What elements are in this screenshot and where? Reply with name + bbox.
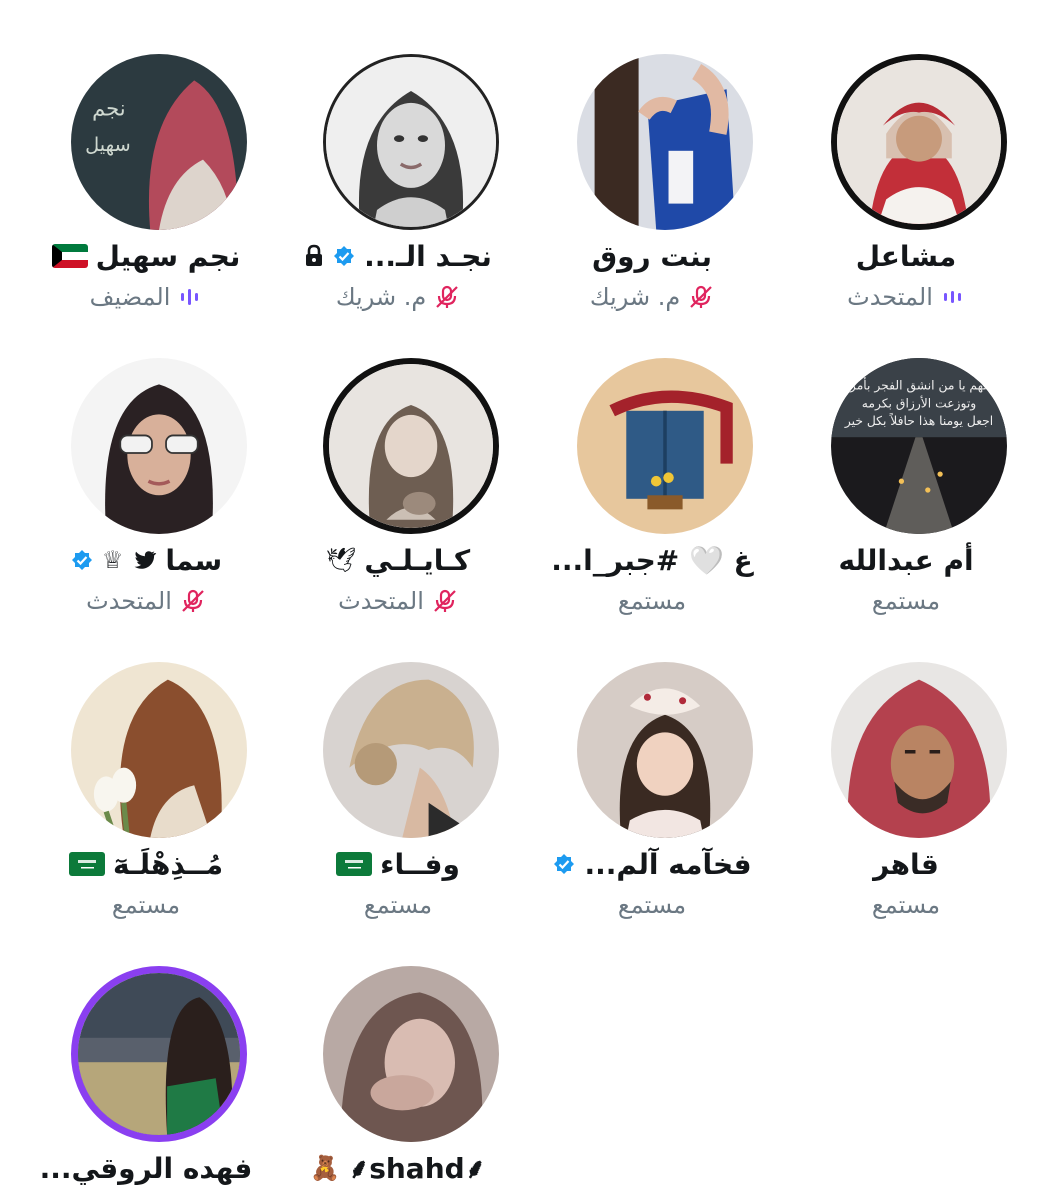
participant-name: كـايـلـي — [364, 543, 471, 577]
avatar[interactable] — [831, 662, 1007, 838]
participant-name-row: بنت روق — [526, 234, 778, 278]
participant-card[interactable]: وفــاء مستمع — [272, 608, 524, 919]
avatar[interactable] — [323, 966, 499, 1142]
participant-card[interactable]: مُــذِهْلَـهٓ مستمع — [20, 608, 272, 919]
participant-name: مُــذِهْلَـهٓ — [112, 847, 224, 881]
avatar[interactable] — [71, 662, 247, 838]
avatar[interactable] — [71, 358, 247, 534]
participant-name: بنت روق — [592, 239, 712, 273]
participant-role-row: مستمع — [780, 888, 1032, 922]
participant-name-row: نجم سهيل — [20, 234, 272, 278]
participant-card[interactable]: فخآمه آلم... مستمع — [526, 608, 778, 919]
participant-card[interactable]: سما ♕ المتحدث — [20, 304, 272, 615]
avatar[interactable] — [577, 54, 753, 230]
verified-badge-icon — [334, 246, 355, 266]
participant-card[interactable]: نجـد الـ... م. شريك — [272, 0, 524, 311]
participant-name: مشاعل — [855, 239, 957, 273]
participant-name-row: فخآمه آلم... — [526, 842, 778, 886]
participant-name: وفــاء — [380, 847, 460, 881]
participant-name-row: فهده الروقي... — [20, 1146, 272, 1190]
participant-name: غ 🤍 #جبر_ا... — [551, 543, 753, 577]
avatar[interactable] — [323, 662, 499, 838]
saudi-flag-icon — [68, 852, 105, 876]
teddy-bear-icon: 🧸 — [310, 1154, 341, 1182]
participant-name-row: قاهر — [780, 842, 1032, 886]
avatar[interactable]: نجم سهيل — [71, 54, 247, 230]
avatar[interactable] — [577, 662, 753, 838]
participant-name-row: نجـد الـ... — [272, 234, 524, 278]
avatar[interactable] — [323, 54, 499, 230]
avatar[interactable]: اللهم يا من انشق الفجر بأمره وتوزعت الأر… — [831, 358, 1007, 534]
avatar[interactable] — [71, 966, 247, 1142]
bird-icon — [134, 551, 157, 569]
avatar[interactable] — [323, 358, 499, 534]
participant-card[interactable]: غ 🤍 #جبر_ا... مستمع — [526, 304, 778, 615]
participant-card[interactable]: بنت روق م. شريك — [526, 0, 778, 311]
participant-name-row: سما ♕ — [20, 538, 272, 582]
participant-name-row: أم عبدالله — [780, 538, 1032, 582]
participant-name-row: مشاعل — [780, 234, 1032, 278]
participant-card[interactable]: نجم سهيل نجم سهيل المضيف — [20, 0, 272, 311]
participant-card[interactable]: اللهم يا من انشق الفجر بأمره وتوزعت الأر… — [780, 304, 1032, 615]
participant-name-row: كـايـلـي 🕊 — [272, 538, 524, 582]
participant-name: قاهر — [873, 847, 939, 881]
participant-role-row: مستمع — [526, 888, 778, 922]
participant-name-row: غ 🤍 #جبر_ا... — [526, 538, 778, 582]
svg-text:سهيل: سهيل — [85, 133, 131, 156]
participant-name-row: ⸙shahd⸙ 🧸 — [272, 1146, 524, 1190]
participant-name-row: مُــذِهْلَـهٓ — [20, 842, 272, 886]
participant-card[interactable]: فهده الروقي... — [20, 912, 272, 1200]
svg-text:اجعل يومنا هذا حافلاً بكل خير: اجعل يومنا هذا حافلاً بكل خير — [844, 412, 993, 429]
verified-badge-icon — [71, 550, 92, 570]
crown-icon: ♕ — [101, 546, 124, 574]
participant-name: ⸙shahd⸙ — [348, 1152, 486, 1185]
participant-name: فخآمه آلم... — [584, 847, 752, 881]
participant-role: مستمع — [871, 891, 941, 919]
avatar[interactable] — [577, 358, 753, 534]
participant-name-row: وفــاء — [272, 842, 524, 886]
participant-name: أم عبدالله — [838, 543, 974, 577]
participant-card[interactable]: كـايـلـي 🕊 المتحدث — [272, 304, 524, 615]
participant-card[interactable]: مشاعل المتحدث — [780, 0, 1032, 311]
participant-name: سما — [165, 543, 223, 577]
kuwait-flag-icon — [51, 244, 88, 268]
saudi-flag-icon — [336, 852, 373, 876]
participant-name: فهده الروقي... — [39, 1151, 253, 1185]
participant-role: مستمع — [617, 891, 687, 919]
lock-icon — [306, 244, 323, 266]
participant-name: نجـد الـ... — [364, 239, 492, 273]
participant-card[interactable]: ⸙shahd⸙ 🧸 — [272, 912, 524, 1200]
avatar[interactable] — [831, 54, 1007, 230]
participant-name: نجم سهيل — [95, 239, 241, 273]
svg-text:نجم: نجم — [92, 96, 126, 122]
dove-icon: 🕊 — [325, 546, 357, 574]
svg-text:اللهم يا من انشق الفجر بأمره: اللهم يا من انشق الفجر بأمره — [843, 377, 994, 394]
space-participants-grid: مشاعل المتحدث بنت روق م. شريك نجـد الـ..… — [0, 0, 1054, 1200]
svg-text:وتوزعت الأرزاق بكرمه: وتوزعت الأرزاق بكرمه — [862, 395, 976, 411]
verified-badge-icon — [554, 854, 575, 874]
participant-card[interactable]: قاهر مستمع — [780, 608, 1032, 919]
